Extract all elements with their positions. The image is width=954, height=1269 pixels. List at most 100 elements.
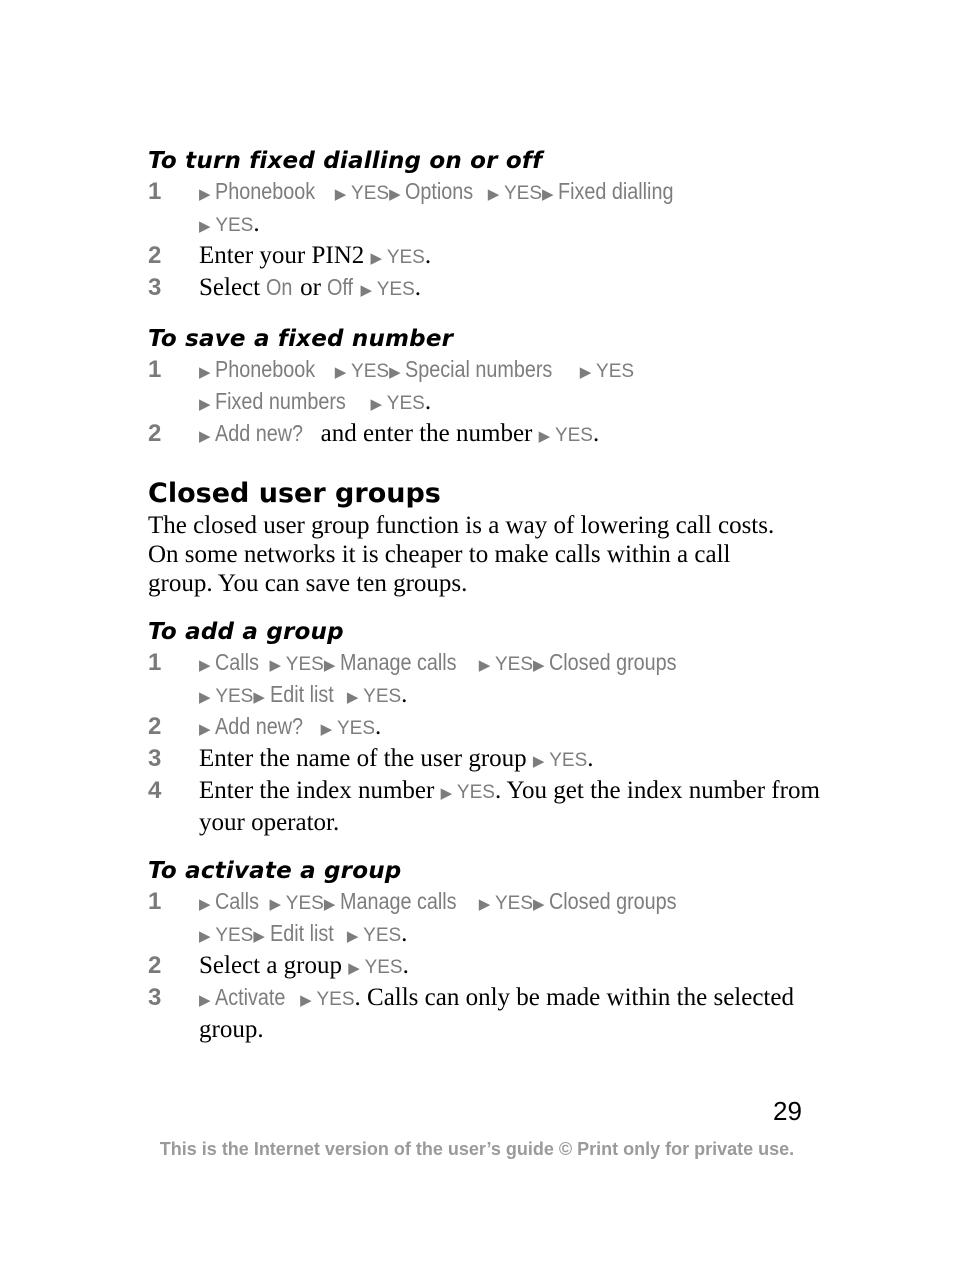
menu-item-label: Fixed numbers xyxy=(215,388,347,414)
step-item: 1 ▶ Calls ▶ YES▶ Manage calls ▶ YES▶ Clos… xyxy=(148,888,677,947)
step-item: 3 Select On or Off ▶ YES. xyxy=(148,274,422,301)
procedure-title: To add a group xyxy=(148,619,344,645)
arrow-icon: ▶ xyxy=(199,217,216,235)
step-item: 3 Enter the name of the user group ▶ YES. xyxy=(148,745,594,772)
menu-item-label: Manage calls xyxy=(340,888,457,914)
arrow-icon: ▶ xyxy=(360,281,377,299)
yes-key-label: YES xyxy=(376,279,415,300)
arrow-icon: ▶ xyxy=(532,752,550,770)
arrow-icon: ▶ xyxy=(370,395,387,413)
menu-item-label: Calls xyxy=(215,888,260,914)
arrow-icon: ▶ xyxy=(199,427,216,445)
arrow-icon: ▶ xyxy=(370,249,387,267)
menu-item-label: Fixed dialling xyxy=(558,178,674,204)
menu-item-label: Calls xyxy=(215,649,260,675)
step-list: 1 ▶ Calls ▶ YES▶ Manage calls ▶ YES▶ Clos… xyxy=(148,887,828,1044)
arrow-icon: ▶ xyxy=(253,927,270,945)
yes-key-label: YES xyxy=(549,750,588,771)
yes-key-label: YES xyxy=(495,893,534,914)
arrow-icon: ▶ xyxy=(269,895,286,913)
menu-item-label: On xyxy=(266,274,293,300)
arrow-icon: ▶ xyxy=(199,185,216,203)
yes-key-label: YES xyxy=(215,215,254,236)
step-list: 1 ▶ Phonebook ▶ YES▶ Options ▶ YES▶ Fixed… xyxy=(148,177,828,305)
step-number: 2 xyxy=(148,952,162,979)
arrow-icon: ▶ xyxy=(199,395,216,413)
arrow-icon: ▶ xyxy=(542,185,559,203)
yes-key-label: YES xyxy=(386,247,425,268)
step-item: 1 ▶ Phonebook ▶ YES▶ Special numbers ▶ YE… xyxy=(148,356,635,415)
arrow-icon: ▶ xyxy=(199,895,216,913)
procedure-title: To activate a group xyxy=(148,858,402,884)
step-list: 1 ▶ Phonebook ▶ YES▶ Special numbers ▶ YE… xyxy=(148,355,828,451)
yes-key-label: YES xyxy=(363,686,402,707)
arrow-icon: ▶ xyxy=(199,363,216,381)
step-item: 1 ▶ Calls ▶ YES▶ Manage calls ▶ YES▶ Clos… xyxy=(148,649,677,708)
step-number: 2 xyxy=(148,713,162,740)
step-number: 2 xyxy=(148,242,162,269)
step-item: 3 ▶ Activate ▶ YES. Calls can only be mad… xyxy=(148,984,794,1043)
yes-key-label: YES xyxy=(554,425,593,446)
section-intro: The closed user group function is a way … xyxy=(148,512,775,597)
manual-page: To turn fixed dialling on or off 1 ▶ Phone… xyxy=(148,145,828,1044)
fixed-dialling-sections: To turn fixed dialling on or off 1 ▶ Phone… xyxy=(148,145,828,451)
menu-item-label: Phonebook xyxy=(215,356,316,382)
arrow-icon: ▶ xyxy=(253,688,270,706)
step-number: 3 xyxy=(148,745,162,772)
yes-key-label: YES xyxy=(215,925,254,946)
menu-item-label: Options xyxy=(405,178,474,204)
menu-item-label: Add new? xyxy=(215,713,304,739)
arrow-icon: ▶ xyxy=(334,185,352,203)
yes-key-label: YES xyxy=(364,957,403,978)
yes-key-label: YES xyxy=(316,989,355,1010)
menu-item-label: Edit list xyxy=(269,920,334,946)
arrow-icon: ▶ xyxy=(323,656,341,674)
menu-item-label: Special numbers xyxy=(405,356,553,382)
arrow-icon: ▶ xyxy=(478,895,495,913)
arrow-icon: ▶ xyxy=(348,959,365,977)
arrow-icon: ▶ xyxy=(440,784,457,802)
arrow-icon: ▶ xyxy=(269,656,286,674)
arrow-icon: ▶ xyxy=(199,927,216,945)
arrow-icon: ▶ xyxy=(579,363,597,381)
menu-item-label: Add new? xyxy=(215,420,304,446)
arrow-icon: ▶ xyxy=(389,185,406,203)
arrow-icon: ▶ xyxy=(533,895,550,913)
footer-note: This is the Internet version of the user… xyxy=(159,1139,795,1159)
step-number: 3 xyxy=(148,984,162,1011)
arrow-icon: ▶ xyxy=(323,895,341,913)
step-item: 2 ▶ Add new? ▶ YES. xyxy=(148,713,382,740)
arrow-icon: ▶ xyxy=(199,991,216,1009)
step-item: 1 ▶ Phonebook ▶ YES▶ Options ▶ YES▶ Fixed… xyxy=(148,178,674,237)
yes-key-label: YES xyxy=(386,393,425,414)
procedure-title: To save a fixed number xyxy=(148,326,454,352)
yes-key-label: YES xyxy=(215,686,254,707)
step-number: 3 xyxy=(148,274,162,301)
step-item: 2 Enter your PIN2 ▶ YES. xyxy=(148,242,432,269)
menu-item-label: Closed groups xyxy=(549,649,677,675)
menu-item-label: Phonebook xyxy=(215,178,316,204)
arrow-icon: ▶ xyxy=(199,720,216,738)
yes-key-label: YES xyxy=(363,925,402,946)
arrow-icon: ▶ xyxy=(346,688,364,706)
step-item: 2 Select a group ▶ YES. xyxy=(148,952,409,979)
step-number: 1 xyxy=(148,649,162,676)
page-number: 29 xyxy=(773,1096,802,1126)
menu-item-label: Activate xyxy=(215,984,286,1010)
arrow-icon: ▶ xyxy=(487,185,504,203)
yes-key-label: YES xyxy=(285,654,324,675)
menu-item-label: Closed groups xyxy=(549,888,677,914)
yes-key-label: YES xyxy=(596,361,635,382)
step-number: 2 xyxy=(148,420,162,447)
yes-key-label: YES xyxy=(351,361,390,382)
arrow-icon: ▶ xyxy=(533,656,550,674)
procedure-title: To turn fixed dialling on or off xyxy=(148,148,543,174)
step-number: 1 xyxy=(148,888,162,915)
yes-key-label: YES xyxy=(504,183,543,204)
arrow-icon: ▶ xyxy=(334,363,352,381)
arrow-icon: ▶ xyxy=(346,927,364,945)
step-item: 2 ▶ Add new? and enter the number ▶ YES. xyxy=(148,420,600,447)
step-list: 1 ▶ Calls ▶ YES▶ Manage calls ▶ YES▶ Clos… xyxy=(148,648,828,837)
step-number: 1 xyxy=(148,178,162,205)
arrow-icon: ▶ xyxy=(389,363,406,381)
